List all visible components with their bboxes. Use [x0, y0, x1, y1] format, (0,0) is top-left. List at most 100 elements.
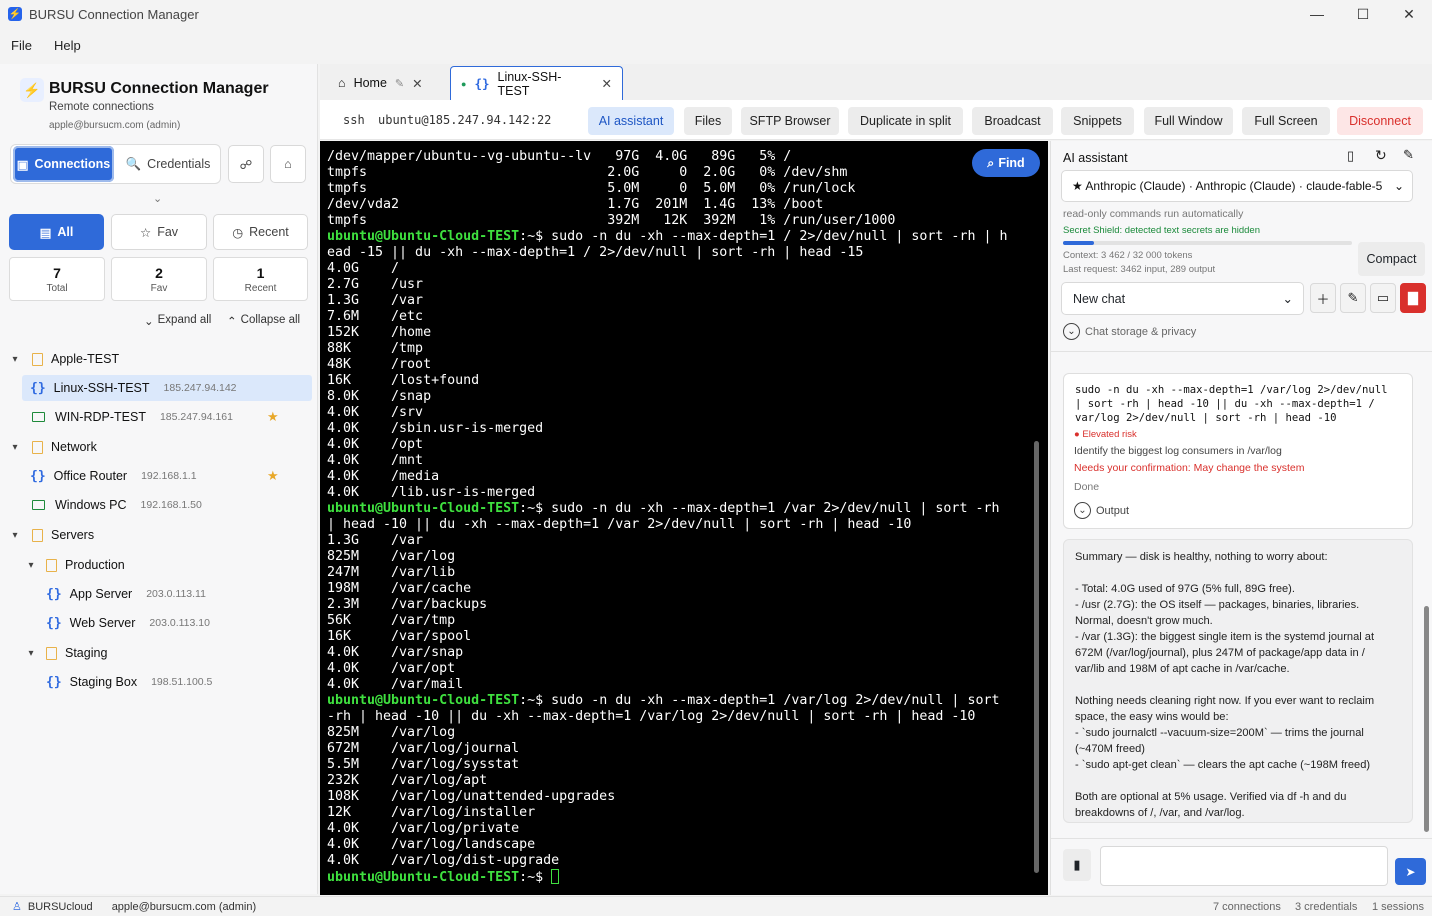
- edit-icon[interactable]: ✎: [1340, 283, 1366, 313]
- tree-item-win-rdp-test[interactable]: WIN-RDP-TEST 185.247.94.161 ★: [0, 404, 318, 430]
- chevron-down-icon: ⌄: [144, 316, 154, 328]
- title-bar: ⚡ BURSU Connection Manager — ☐ ✕: [0, 0, 1432, 28]
- maximize-button[interactable]: ☐: [1340, 0, 1386, 28]
- prompt-user: ubuntu@Ubuntu-Cloud-TEST: [327, 870, 520, 885]
- full-screen-button[interactable]: Full Screen: [1242, 107, 1330, 135]
- close-icon[interactable]: ✕: [412, 76, 422, 91]
- attach-icon[interactable]: ▮: [1063, 849, 1091, 881]
- terminal-line: 4.0K /var/opt: [327, 661, 1048, 677]
- summary-line: Nothing needs cleaning right now. If you…: [1075, 695, 1375, 707]
- disconnect-button[interactable]: Disconnect: [1337, 107, 1423, 135]
- tree-group-production[interactable]: ▾ Production: [0, 552, 318, 578]
- list-icon: ▤: [39, 225, 52, 240]
- home-button[interactable]: ⌂: [270, 145, 306, 183]
- terminal-line: 198M /var/cache: [327, 581, 1048, 597]
- terminal-scrollbar[interactable]: [1034, 441, 1039, 873]
- chat-scrollbar[interactable]: [1424, 606, 1429, 832]
- chat-select[interactable]: New chat ⌄: [1061, 282, 1304, 315]
- terminal-text: 198M /var/cache: [327, 581, 472, 596]
- terminal-text: tmpfs 392M 12K 392M 1% /run/user/1000: [327, 213, 896, 228]
- tree-item-windows-pc[interactable]: Windows PC 192.168.1.50: [0, 492, 318, 518]
- terminal-line: ubuntu@Ubuntu-Cloud-TEST:~$ sudo -n du -…: [327, 693, 1048, 709]
- close-window-button[interactable]: ✕: [1386, 0, 1432, 28]
- terminal-line: 152K /home: [327, 325, 1048, 341]
- tree-group-servers[interactable]: ▾ Servers: [0, 522, 318, 548]
- trash-icon[interactable]: ▇: [1400, 283, 1426, 313]
- terminal-text: tmpfs 2.0G 0 2.0G 0% /dev/shm: [327, 165, 848, 180]
- context-progress-fill: [1063, 241, 1095, 245]
- terminal[interactable]: /dev/mapper/ubuntu--vg-ubuntu--lv 97G 4.…: [320, 141, 1048, 895]
- terminal-text: tmpfs 5.0M 0 5.0M 0% /run/lock: [327, 181, 856, 196]
- star-icon[interactable]: ★: [267, 409, 279, 425]
- full-window-button[interactable]: Full Window: [1144, 107, 1233, 135]
- terminal-prompt-line[interactable]: ubuntu@Ubuntu-Cloud-TEST:~$: [327, 869, 1048, 885]
- compact-button[interactable]: Compact: [1358, 242, 1425, 276]
- terminal-text: 12K /var/log/installer: [327, 805, 536, 820]
- stat-recent-num: 1: [256, 264, 265, 281]
- filter-all[interactable]: ▤ All: [9, 214, 104, 250]
- star-icon[interactable]: ★: [267, 468, 279, 484]
- tab-linux-ssh-test[interactable]: ● {} Linux-SSH-TEST ✕: [450, 66, 623, 100]
- archive-icon[interactable]: ▭: [1370, 283, 1396, 313]
- pin-icon[interactable]: ✎: [1403, 147, 1414, 163]
- terminal-text: /dev/vda2 1.7G 201M 1.4G 13% /boot: [327, 197, 824, 212]
- chat-storage-toggle[interactable]: ⌄ Chat storage & privacy: [1063, 323, 1196, 340]
- model-select[interactable]: ★ Anthropic (Claude) · Anthropic (Claude…: [1061, 170, 1413, 202]
- command-card: sudo -n du -xh --max-depth=1 /var/log 2>…: [1063, 373, 1413, 529]
- context-tokens: Context: 3 462 / 32 000 tokens: [1063, 250, 1193, 261]
- ai-assistant-button[interactable]: AI assistant: [588, 107, 674, 135]
- status-connections: 7 connections: [1213, 900, 1281, 913]
- chat-storage-label: Chat storage & privacy: [1085, 325, 1197, 338]
- sftp-browser-button[interactable]: SFTP Browser: [741, 107, 839, 135]
- terminal-line: 825M /var/log: [327, 549, 1048, 565]
- last-request: Last request: 3462 input, 289 output: [1063, 264, 1216, 275]
- terminal-text: 825M /var/log: [327, 725, 456, 740]
- menu-file[interactable]: File: [0, 38, 43, 53]
- chevron-down-icon[interactable]: ⌄: [153, 192, 162, 205]
- filter-fav[interactable]: ☆ Fav: [111, 214, 207, 250]
- new-chat-icon[interactable]: ＋: [1310, 283, 1336, 313]
- find-button[interactable]: ⌕ Find: [972, 149, 1040, 177]
- context-progress: [1063, 241, 1352, 245]
- tree-item-web-server[interactable]: {} Web Server 203.0.113.10: [0, 610, 318, 636]
- minimize-button[interactable]: —: [1294, 0, 1340, 28]
- home-icon: ⌂: [338, 76, 346, 90]
- tree-item-app-server[interactable]: {} App Server 203.0.113.11: [0, 581, 318, 607]
- tree-group-network[interactable]: ▾ Network: [0, 434, 318, 460]
- menu-help[interactable]: Help: [43, 38, 92, 53]
- tab-home[interactable]: ⌂ Home ✎ ✕: [328, 66, 433, 100]
- duplicate-split-button[interactable]: Duplicate in split: [848, 107, 963, 135]
- filter-recent[interactable]: ◷ Recent: [213, 214, 308, 250]
- terminal-line: 4.0G /: [327, 261, 1048, 277]
- snippets-button[interactable]: Snippets: [1061, 107, 1134, 135]
- chat-input[interactable]: [1100, 846, 1388, 886]
- users-button[interactable]: ☍: [228, 145, 264, 183]
- clock-icon: ◷: [232, 225, 244, 240]
- tree-item-staging-box[interactable]: {} Staging Box 198.51.100.5: [0, 669, 318, 695]
- tree-item-linux-ssh-test[interactable]: {} Linux-SSH-TEST 185.247.94.142: [22, 375, 312, 401]
- summary-line: breakdowns of /, /var, and /var/log.: [1075, 807, 1245, 819]
- session-toolbar: ssh ubuntu@185.247.94.142:22 AI assistan…: [320, 100, 1432, 140]
- close-icon[interactable]: ✕: [602, 76, 612, 91]
- lightning-icon: ⚡: [20, 78, 44, 102]
- tree-item-office-router[interactable]: {} Office Router 192.168.1.1 ★: [0, 463, 318, 489]
- broadcast-button[interactable]: Broadcast: [972, 107, 1053, 135]
- send-icon[interactable]: ➤: [1395, 858, 1426, 885]
- summary-line: - `sudo journalctl --vacuum-size=200M` —…: [1075, 727, 1364, 739]
- pin-icon[interactable]: ✎: [395, 77, 404, 90]
- connections-tab[interactable]: ▣ Connections: [13, 146, 114, 182]
- tree-group-staging[interactable]: ▾ Staging: [0, 640, 318, 666]
- expand-all-button[interactable]: ⌄ Expand all: [144, 314, 211, 328]
- stat-fav-label: Fav: [150, 282, 168, 294]
- connection-host: 203.0.113.11: [146, 588, 206, 600]
- output-toggle[interactable]: ⌄ Output: [1074, 502, 1129, 519]
- model-select-value: ★ Anthropic (Claude) · Anthropic (Claude…: [1072, 179, 1383, 193]
- files-button[interactable]: Files: [684, 107, 732, 135]
- ssh-icon: {}: [46, 615, 62, 631]
- tree-group-apple-test[interactable]: ▾ Apple-TEST: [0, 346, 318, 372]
- collapse-all-button[interactable]: ⌃ Collapse all: [227, 314, 300, 328]
- terminal-line: 4.0K /srv: [327, 405, 1048, 421]
- split-view-icon[interactable]: ▯: [1347, 148, 1354, 164]
- credentials-tab[interactable]: 🔍 Credentials: [118, 146, 218, 182]
- refresh-icon[interactable]: ↻: [1375, 147, 1387, 164]
